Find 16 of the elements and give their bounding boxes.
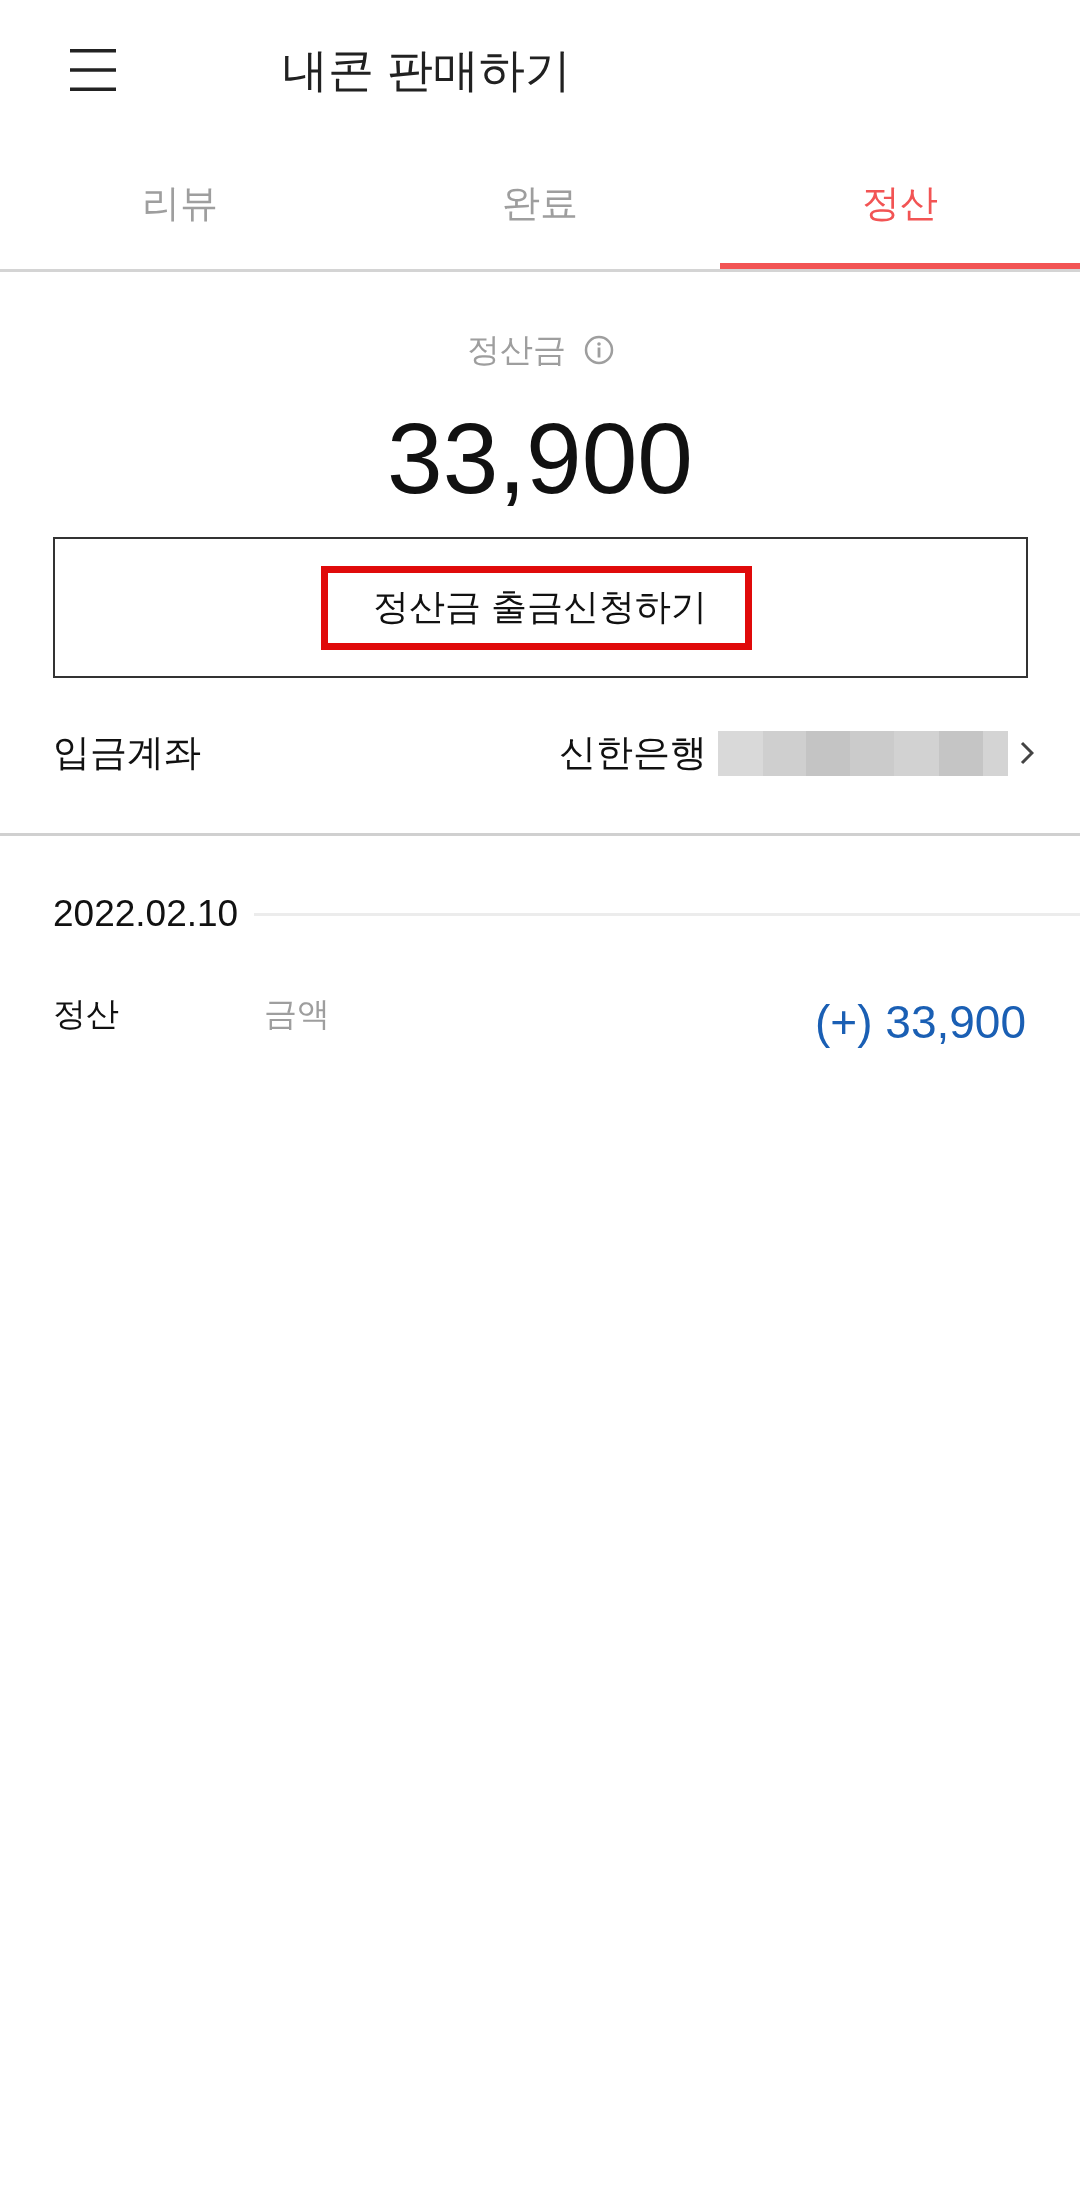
menu-icon (70, 49, 116, 91)
info-icon[interactable] (583, 335, 614, 365)
history-date: 2022.02.10 (53, 893, 239, 935)
deposit-account-label: 입금계좌 (53, 731, 202, 775)
transaction-type: 정산 (53, 993, 120, 1034)
transaction-caption: 금액 (264, 993, 330, 1034)
page-title: 내콘 판매하기 (282, 43, 571, 98)
tab[interactable]: 리뷰 (0, 140, 360, 269)
tab[interactable]: 완료 (360, 140, 720, 269)
tab[interactable]: 정산 (720, 140, 1080, 269)
settlement-label: 정산금 (466, 330, 566, 370)
settlement-amount: 33,900 (386, 403, 694, 513)
chevron-right-icon[interactable] (1020, 741, 1034, 765)
bank-name: 신한은행 (559, 731, 707, 775)
withdraw-request-button[interactable]: 정산금 출금신청하기 (53, 537, 1028, 678)
transaction-amount: (+) 33,900 (815, 995, 1026, 1049)
